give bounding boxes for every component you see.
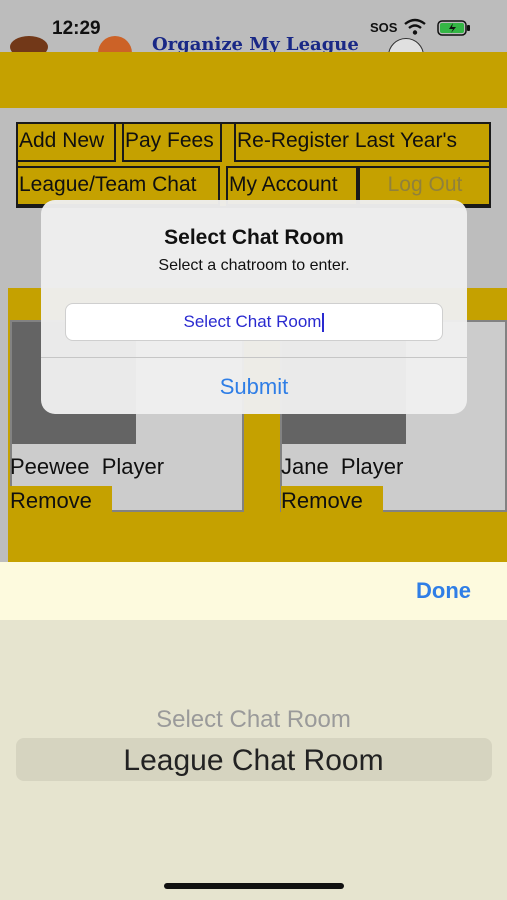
dialog-message: Select a chatroom to enter. (158, 257, 350, 274)
dialog-title: Select Chat Room (164, 226, 344, 249)
picker-selected-option[interactable]: League Chat Room (0, 744, 507, 778)
text-caret (322, 313, 325, 333)
home-indicator (164, 883, 344, 889)
chat-room-field-value: Select Chat Room (183, 312, 322, 331)
chat-room-field[interactable]: Select Chat Room (65, 303, 443, 341)
submit-button[interactable]: Submit (41, 358, 467, 414)
picker-option[interactable]: Select Chat Room (0, 706, 507, 734)
done-button[interactable]: Done (416, 578, 471, 604)
